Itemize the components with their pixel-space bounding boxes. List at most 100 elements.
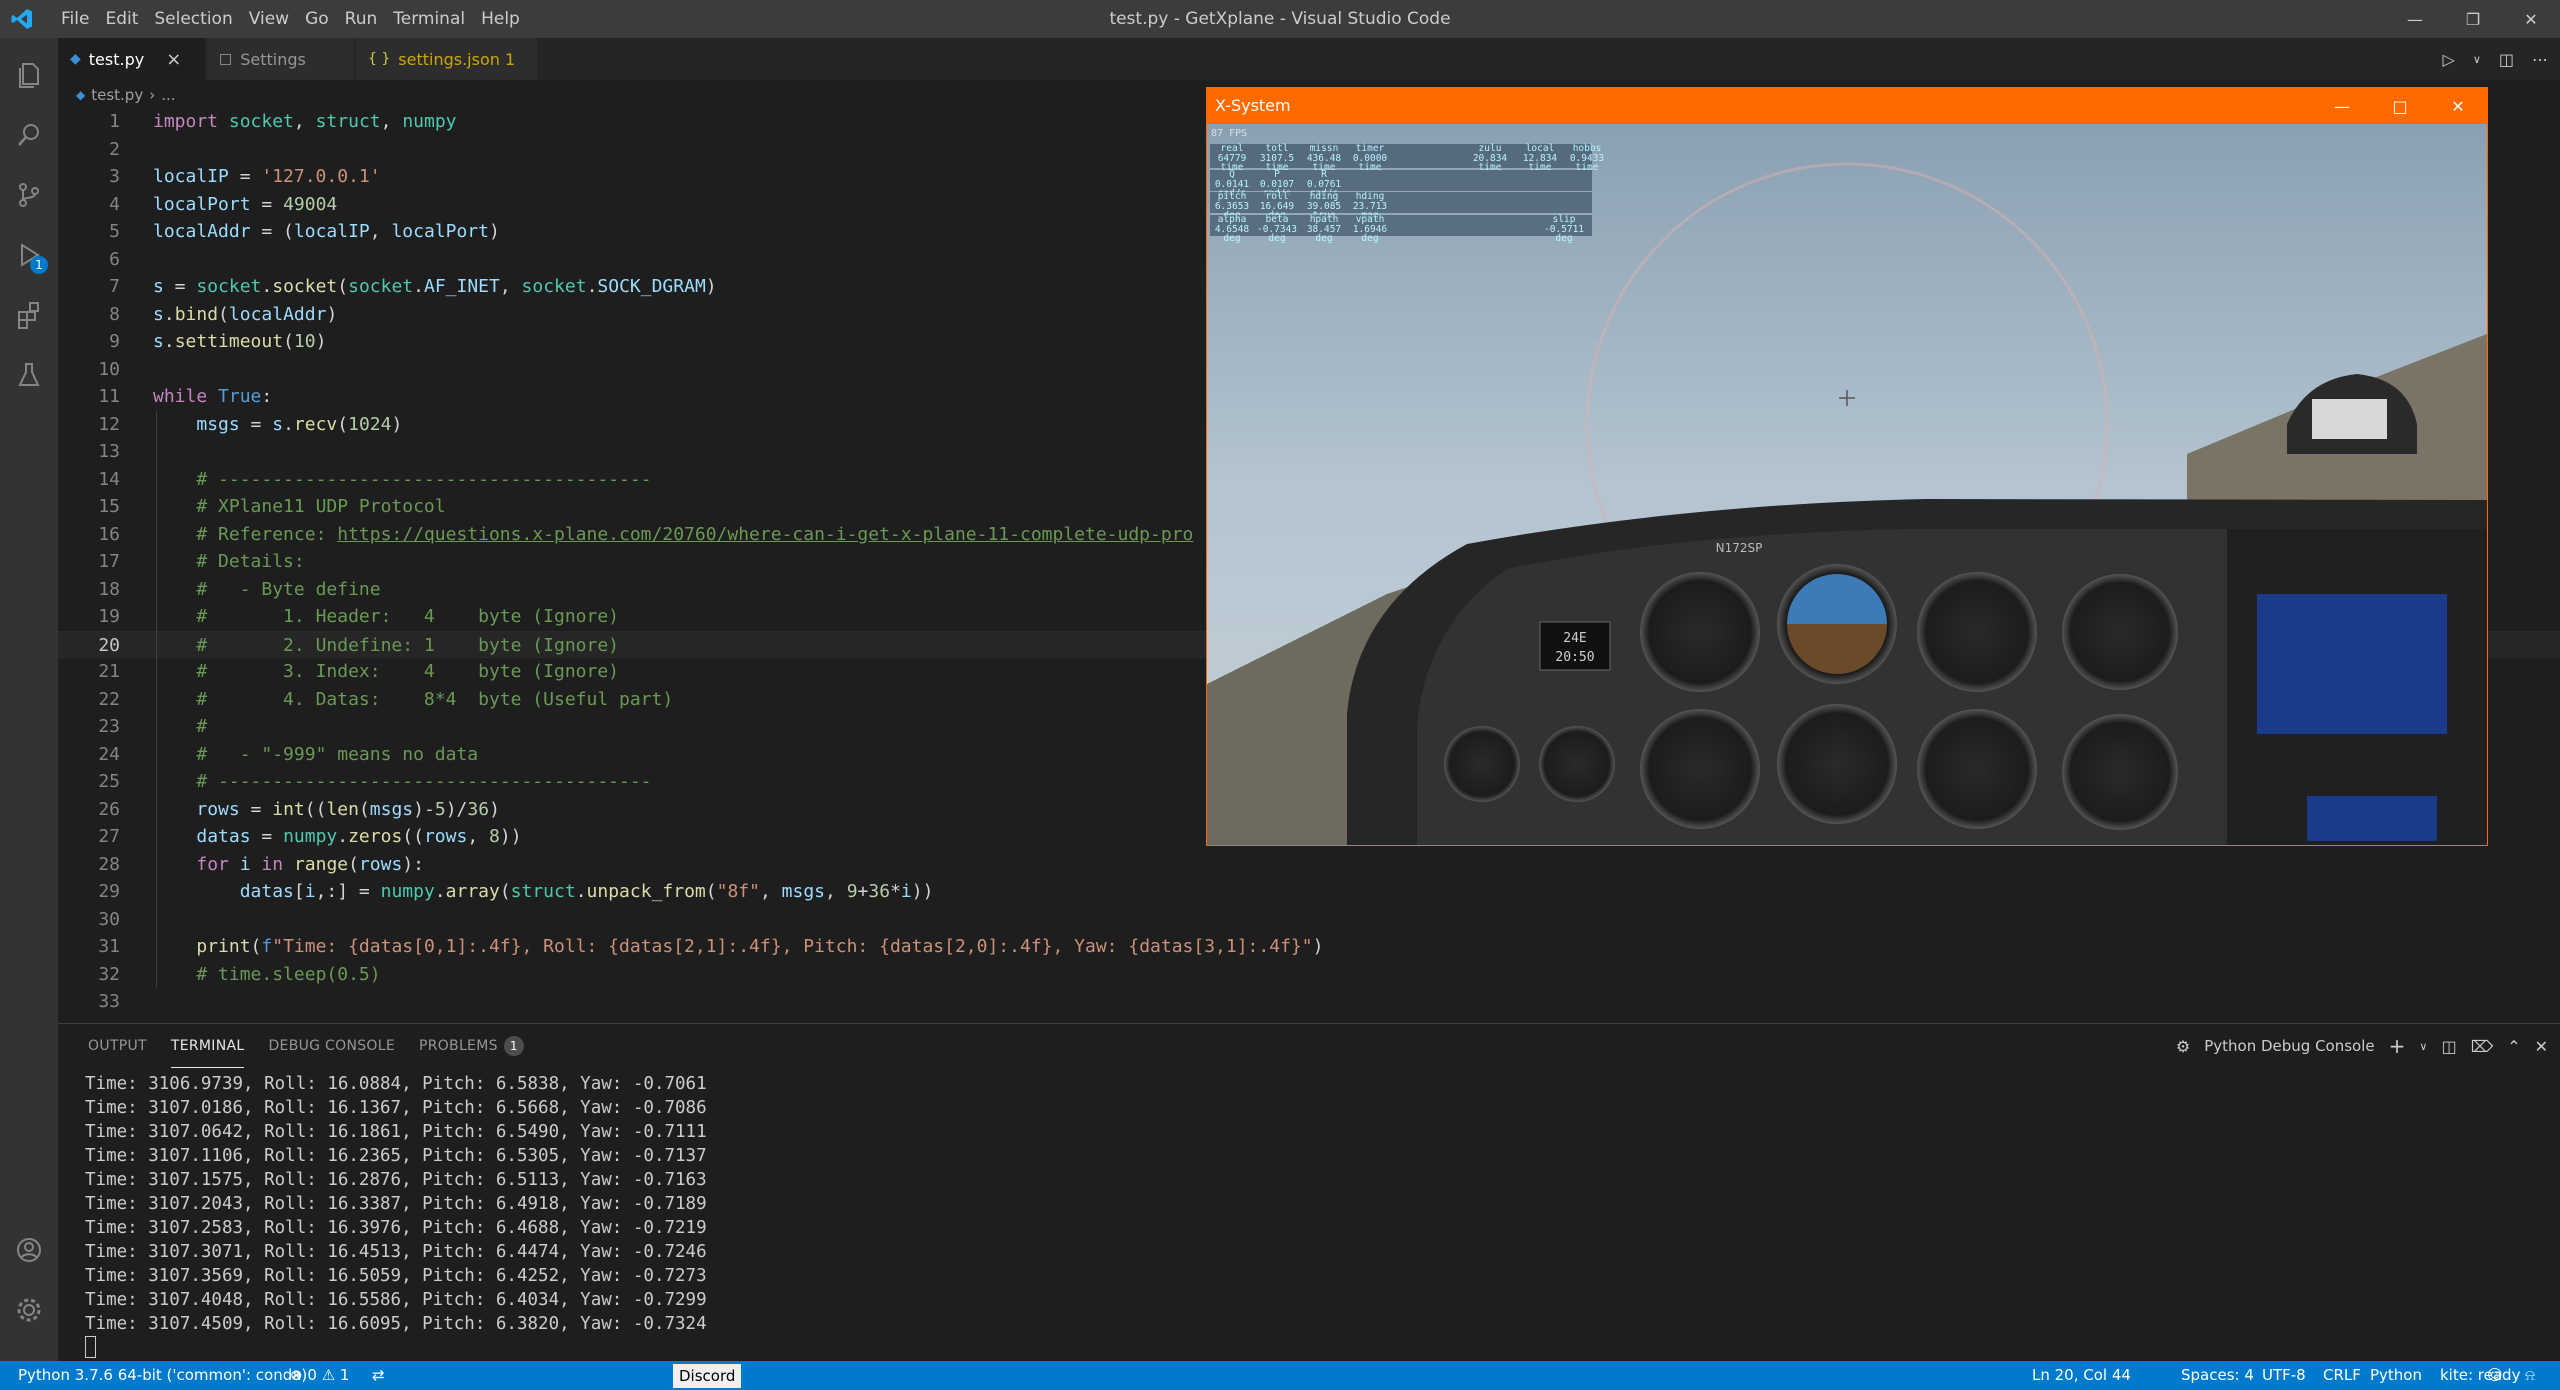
line-number: 15 [98, 496, 120, 517]
menu-help[interactable]: Help [473, 0, 528, 38]
code-line[interactable]: 29 datas[i,:] = numpy.array(struct.unpac… [58, 878, 2560, 906]
heading-indicator-gauge [1777, 704, 1897, 824]
notifications-bell-icon[interactable]: ⍾ [2525, 1361, 2535, 1390]
title-bar: File Edit Selection View Go Run Terminal… [0, 0, 2560, 38]
kite-status[interactable]: kite: ready [2440, 1361, 2520, 1390]
maximize-icon[interactable]: □ [2371, 88, 2429, 124]
code-text: while True: [153, 386, 273, 407]
tab-settings[interactable]: □ Settings [207, 38, 355, 80]
search-icon[interactable] [0, 106, 58, 164]
console-name[interactable]: Python Debug Console [2204, 1037, 2374, 1055]
code-line[interactable]: 32 # time.sleep(0.5) [58, 961, 2560, 989]
menu-bar: File Edit Selection View Go Run Terminal… [53, 0, 528, 38]
maximize-panel-icon[interactable]: ⌃ [2507, 1037, 2520, 1056]
chevron-down-icon[interactable]: ∨ [2473, 53, 2481, 66]
line-number: 18 [98, 578, 120, 600]
x-system-title: X-System [1215, 96, 1291, 115]
line-number: 5 [109, 221, 120, 242]
source-control-icon[interactable] [0, 166, 58, 224]
menu-view[interactable]: View [241, 0, 297, 38]
chevron-right-icon: › [149, 86, 156, 104]
close-panel-icon[interactable]: ✕ [2535, 1037, 2548, 1056]
tab-terminal[interactable]: TERMINAL [170, 1024, 245, 1068]
feedback-icon[interactable]: ☺ [2487, 1361, 2503, 1390]
x-system-window-controls: — □ ✕ [2313, 88, 2487, 124]
code-text: s = socket.socket(socket.AF_INET, socket… [153, 276, 717, 297]
code-line[interactable]: 33 [58, 988, 2560, 1016]
menu-edit[interactable]: Edit [97, 0, 146, 38]
close-icon[interactable]: ✕ [2429, 88, 2487, 124]
code-text: rows = int((len(msgs)-5)/36) [196, 798, 500, 820]
hud-value: local 12.834 time [1522, 143, 1558, 173]
altimeter-gauge [1917, 572, 2037, 692]
line-number: 11 [98, 386, 120, 407]
code-line[interactable]: 28 for i in range(rows): [58, 851, 2560, 879]
split-editor-icon[interactable]: ◫ [2499, 50, 2514, 69]
line-number: 3 [109, 166, 120, 187]
hud-value: vpath 1.6946 deg [1352, 214, 1388, 244]
manage-gear-icon[interactable] [0, 1281, 58, 1339]
hud-value: timer 0.0000 time [1352, 143, 1388, 173]
run-debug-icon[interactable]: 1 [0, 226, 58, 284]
minimize-icon[interactable]: — [2313, 88, 2371, 124]
code-line[interactable]: 31 print(f"Time: {datas[0,1]:.4f}, Roll:… [58, 933, 2560, 961]
python-interpreter[interactable]: Python 3.7.6 64-bit ('common': conda) [18, 1361, 307, 1390]
live-share-icon[interactable]: ⇄ [372, 1361, 385, 1390]
restore-icon[interactable]: ❐ [2444, 0, 2502, 38]
minimize-icon[interactable]: — [2386, 0, 2444, 38]
discord-taskbar-label[interactable]: Discord [673, 1364, 742, 1388]
account-icon[interactable] [0, 1221, 58, 1279]
tab-debug-console[interactable]: DEBUG CONSOLE [268, 1024, 395, 1068]
line-number: 29 [98, 881, 120, 902]
menu-run[interactable]: Run [337, 0, 386, 38]
line-number: 12 [98, 413, 120, 435]
split-terminal-icon[interactable]: ◫ [2441, 1037, 2456, 1056]
code-text: # time.sleep(0.5) [196, 963, 381, 985]
language-mode[interactable]: Python [2370, 1361, 2422, 1390]
close-icon[interactable]: ✕ [2502, 0, 2560, 38]
x-system-title-bar[interactable]: X-System — □ ✕ [1207, 88, 2487, 124]
hud-data-row: Q 0.0141 rad/sP 0.0107 rad/sR 0.0761 rad… [1210, 170, 1592, 198]
code-text: # 3. Index: 4 byte (Ignore) [196, 661, 619, 682]
indent-guide [156, 410, 157, 988]
line-number: 7 [109, 276, 120, 297]
cursor-position[interactable]: Ln 20, Col 44 [2032, 1361, 2131, 1390]
line-ending[interactable]: CRLF [2323, 1361, 2361, 1390]
terminal-line: Time: 3107.4048, Roll: 16.5586, Pitch: 6… [85, 1290, 707, 1310]
menu-file[interactable]: File [53, 0, 97, 38]
menu-selection[interactable]: Selection [146, 0, 240, 38]
close-tab-icon[interactable]: × [166, 49, 181, 70]
line-number: 4 [109, 193, 120, 215]
encoding[interactable]: UTF-8 [2262, 1361, 2306, 1390]
menu-go[interactable]: Go [297, 0, 337, 38]
breadcrumb-rest[interactable]: ... [161, 86, 175, 104]
code-text: # - "-999" means no data [196, 743, 479, 765]
breadcrumb-file[interactable]: test.py [91, 86, 143, 104]
problems-status[interactable]: ⊗ 0 ⚠ 1 [290, 1361, 349, 1390]
tab-settings-json[interactable]: { } settings.json 1 [356, 38, 538, 80]
fps-readout: 87 FPS [1211, 128, 1248, 139]
trash-icon[interactable]: ⌦ [2471, 1037, 2494, 1056]
testing-flask-icon[interactable] [0, 346, 58, 404]
more-actions-icon[interactable]: ⋯ [2532, 50, 2548, 69]
terminal-output[interactable]: Time: 3106.9739, Roll: 16.0884, Pitch: 6… [85, 1072, 707, 1336]
extensions-icon[interactable] [0, 286, 58, 344]
explorer-icon[interactable] [0, 46, 58, 104]
tail-number: N172SP [1716, 541, 1763, 555]
hud-value: slip -0.5711 deg [1543, 214, 1585, 244]
com-display [2307, 796, 2437, 841]
chevron-down-icon[interactable]: ∨ [2419, 1040, 2427, 1053]
run-file-icon[interactable]: ▷ [2443, 50, 2455, 69]
indentation[interactable]: Spaces: 4 [2181, 1361, 2254, 1390]
tab-output[interactable]: OUTPUT [88, 1024, 147, 1068]
tab-test-py[interactable]: ◆ test.py × [58, 38, 206, 80]
new-terminal-icon[interactable]: + [2389, 1034, 2406, 1058]
line-number: 22 [98, 688, 120, 710]
tab-problems[interactable]: PROBLEMS 1 [419, 1024, 524, 1068]
line-number: 8 [109, 303, 120, 325]
x-system-window[interactable]: X-System — □ ✕ 24E 20:50 N172SP 87 FPS r… [1206, 87, 2488, 846]
hud-value: hobbs 0.9433 time [1569, 143, 1605, 173]
code-line[interactable]: 30 [58, 906, 2560, 934]
error-count: 0 [307, 1366, 317, 1384]
menu-terminal[interactable]: Terminal [385, 0, 473, 38]
